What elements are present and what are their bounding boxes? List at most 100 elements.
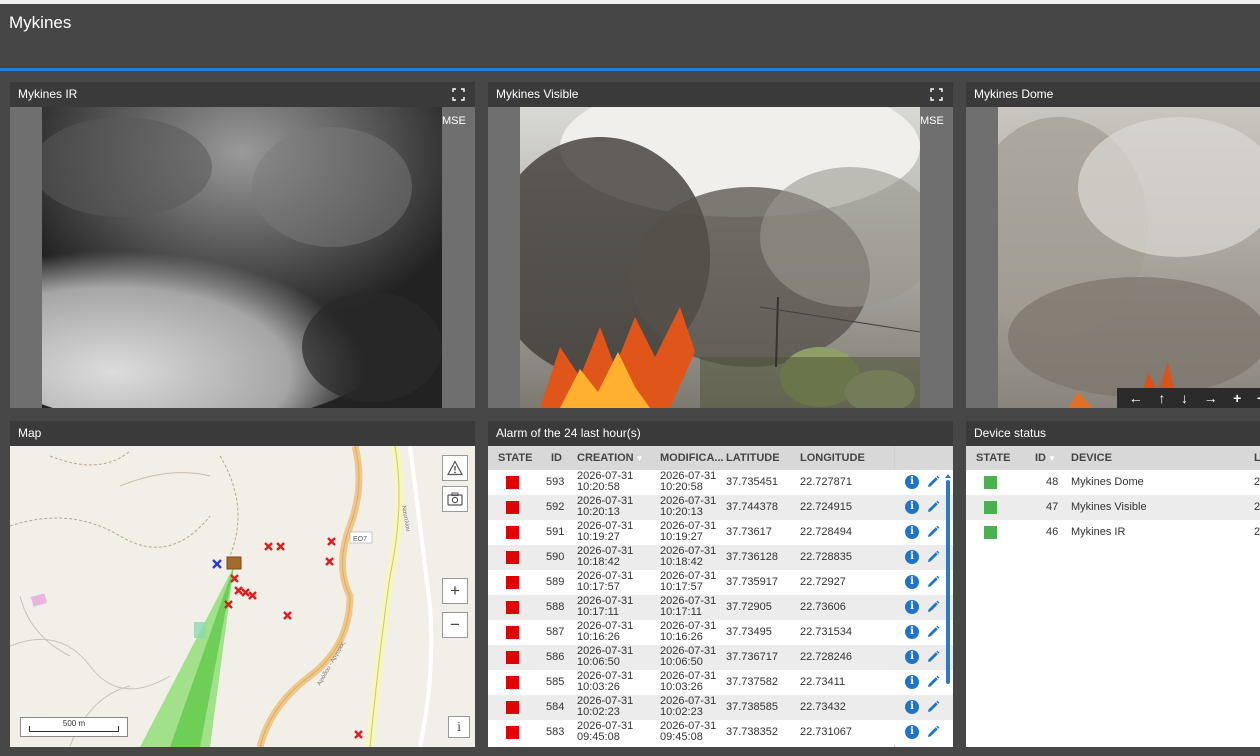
table-row[interactable]: 591 2026-07-31 10:19:27 2026-07-31 10:19:27 3… (488, 520, 953, 545)
device-name: Mykines Visible (1071, 501, 1147, 513)
column-header-extra[interactable]: L (1254, 446, 1260, 470)
creation-clock: 10:17:57 (577, 581, 620, 593)
alarm-id: 591 (546, 526, 565, 538)
info-icon[interactable]: i (905, 500, 919, 514)
column-header-id[interactable]: ID (551, 446, 562, 470)
camera-view[interactable]: ← ↑ ↓ → + − (966, 107, 1260, 408)
alarm-id: 592 (546, 501, 565, 513)
edit-icon[interactable] (925, 474, 941, 490)
alarm-id: 584 (546, 701, 565, 713)
modified-time: 2026-07-31 10:17:57 (660, 570, 716, 595)
workspace: Mykines IR MSE Mykines Visible MSE Mykin… (0, 71, 1260, 756)
map-zoom-in-button[interactable]: + (442, 578, 468, 604)
info-icon[interactable]: i (905, 550, 919, 564)
edit-icon[interactable] (925, 499, 941, 515)
camera-view[interactable]: MSE (488, 107, 953, 408)
edit-icon[interactable] (925, 724, 941, 740)
panel-title: Mykines IR (18, 87, 78, 101)
map-info-button[interactable]: i (448, 716, 470, 738)
table-row[interactable]: 589 2026-07-31 10:17:57 2026-07-31 10:17:57 3… (488, 570, 953, 595)
panel-header: Mykines Visible (488, 82, 953, 107)
latitude-value: 37.73617 (726, 526, 772, 538)
info-icon[interactable]: i (905, 600, 919, 614)
column-header-latitude[interactable]: LATITUDE (726, 446, 780, 470)
edit-icon[interactable] (925, 574, 941, 590)
edit-icon[interactable] (925, 524, 941, 540)
zoom-in-button[interactable]: + (1233, 390, 1241, 406)
modified-time: 2026-07-31 10:17:11 (660, 595, 716, 620)
table-row[interactable]: 47 Mykines Visible 2 (966, 495, 1260, 520)
alarm-id: 590 (546, 551, 565, 563)
table-row[interactable]: 588 2026-07-31 10:17:11 2026-07-31 10:17:11 3… (488, 595, 953, 620)
info-icon[interactable]: i (905, 675, 919, 689)
edit-icon[interactable] (925, 549, 941, 565)
pan-right-button[interactable]: → (1204, 390, 1218, 406)
fullscreen-icon[interactable] (452, 88, 465, 101)
camera-panel-ir: Mykines IR MSE (10, 82, 475, 408)
table-row[interactable]: 586 2026-07-31 10:06:50 2026-07-31 10:06:50 3… (488, 645, 953, 670)
snapshot-button[interactable] (442, 486, 468, 512)
info-icon[interactable]: i (905, 725, 919, 739)
column-header-creation[interactable]: CREATION ▼ (577, 446, 644, 470)
edit-icon[interactable] (925, 649, 941, 665)
table-row[interactable]: 593 2026-07-31 10:20:58 2026-07-31 10:20:58 3… (488, 470, 953, 495)
dome-video-frame (998, 107, 1260, 408)
map-canvas[interactable]: ΕΟ7 Ναυπλίου Αγιόδου - Αργυρός + − i 500… (10, 446, 475, 747)
panel-title: Mykines Dome (974, 87, 1054, 101)
table-row[interactable]: 587 2026-07-31 10:16:26 2026-07-31 10:16:26 3… (488, 620, 953, 645)
modified-clock: 10:03:26 (660, 681, 703, 693)
modified-clock: 10:17:11 (660, 606, 703, 618)
device-name: Mykines Dome (1071, 476, 1144, 488)
info-icon[interactable]: i (905, 650, 919, 664)
column-header-state[interactable]: STATE (976, 446, 1010, 470)
latitude-value: 37.735451 (726, 476, 778, 488)
table-row[interactable]: 584 2026-07-31 10:02:23 2026-07-31 10:02:23 3… (488, 695, 953, 720)
column-header-device[interactable]: DEVICE (1071, 446, 1112, 470)
info-icon[interactable]: i (905, 525, 919, 539)
tilt-down-button[interactable]: ↓ (1181, 390, 1188, 406)
table-row[interactable]: 590 2026-07-31 10:18:42 2026-07-31 10:18:42 3… (488, 545, 953, 570)
table-row[interactable]: 585 2026-07-31 10:03:26 2026-07-31 10:03:26 3… (488, 670, 953, 695)
visible-video-frame (520, 107, 920, 408)
creation-clock: 10:19:27 (577, 531, 620, 543)
scrollbar-thumb[interactable] (946, 480, 950, 684)
info-icon[interactable]: i (905, 625, 919, 639)
state-indicator (506, 726, 519, 739)
map-zoom-out-button[interactable]: − (442, 612, 468, 638)
modified-clock: 09:45:08 (660, 731, 703, 743)
creation-time: 2026-07-31 10:18:42 (577, 545, 633, 570)
column-header-modified[interactable]: MODIFICA... (660, 446, 724, 470)
info-icon[interactable]: i (905, 475, 919, 489)
alarm-id: 589 (546, 576, 565, 588)
column-header-id[interactable]: ID ▼ (1035, 446, 1056, 470)
tilt-up-button[interactable]: ↑ (1158, 390, 1165, 406)
latitude-value: 37.72905 (726, 601, 772, 613)
column-header-state[interactable]: STATE (498, 446, 532, 470)
alert-layer-button[interactable] (442, 455, 468, 481)
device-name: Mykines IR (1071, 526, 1126, 538)
column-header-label: CREATION (577, 452, 634, 464)
table-row[interactable]: 48 Mykines Dome 2 (966, 470, 1260, 495)
edit-icon[interactable] (925, 699, 941, 715)
longitude-value: 22.727871 (800, 476, 852, 488)
scrollbar[interactable] (945, 474, 951, 722)
fullscreen-icon[interactable] (930, 88, 943, 101)
camera-view[interactable]: MSE (10, 107, 475, 408)
panel-title: Device status (974, 426, 1047, 440)
edit-icon[interactable] (925, 599, 941, 615)
ir-video-frame (42, 107, 442, 408)
pan-left-button[interactable]: ← (1129, 390, 1143, 406)
table-row[interactable]: 592 2026-07-31 10:20:13 2026-07-31 10:20:13 3… (488, 495, 953, 520)
table-row[interactable]: 46 Mykines IR 2 (966, 520, 1260, 545)
map-panel: Map ΕΟ7 Ναυπλίου Αγιόδου - Αργυρός + − i… (10, 421, 475, 747)
info-icon[interactable]: i (905, 700, 919, 714)
alarm-id: 587 (546, 626, 565, 638)
panel-header: Mykines IR (10, 82, 475, 107)
table-row[interactable]: 583 2026-07-31 09:45:08 2026-07-31 09:45:08 3… (488, 720, 953, 745)
edit-icon[interactable] (925, 674, 941, 690)
modified-clock: 10:18:42 (660, 556, 703, 568)
info-icon[interactable]: i (905, 575, 919, 589)
edit-icon[interactable] (925, 624, 941, 640)
column-header-longitude[interactable]: LONGITUDE (800, 446, 865, 470)
creation-time: 2026-07-31 10:20:58 (577, 470, 633, 495)
